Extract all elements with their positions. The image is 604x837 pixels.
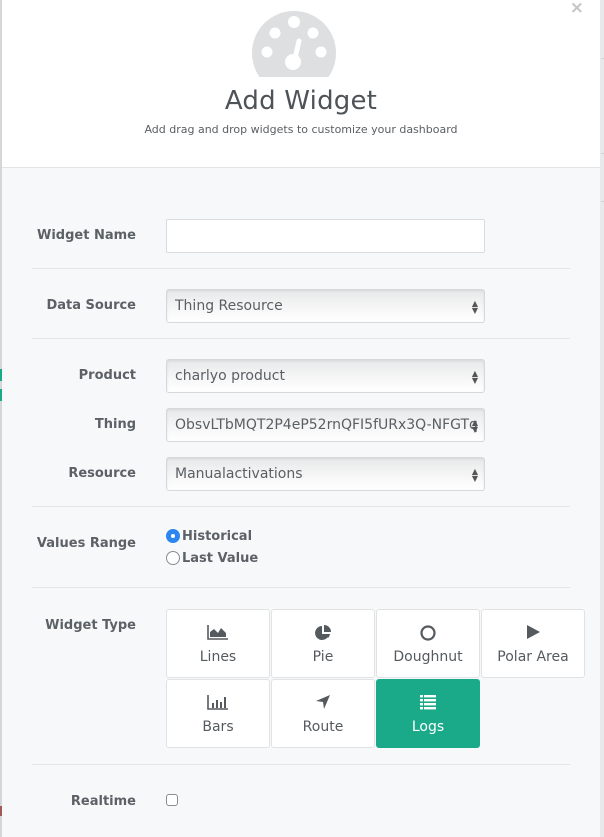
- widget-type-label-text: Pie: [312, 649, 334, 665]
- dashboard-gauge-icon: [251, 11, 337, 77]
- values-range-radio-group: Historical Last Value: [166, 525, 258, 569]
- widget-type-doughnut[interactable]: Doughnut: [376, 609, 480, 678]
- select-arrows-icon: ▲ ▼: [471, 467, 478, 483]
- widget-type-label-text: Route: [302, 719, 344, 735]
- bar-chart-icon: [167, 694, 269, 712]
- widget-type-route[interactable]: Route: [271, 679, 375, 748]
- close-button[interactable]: ×: [570, 0, 584, 18]
- divider: [32, 587, 570, 588]
- thing-select[interactable]: ObsvLTbMQT2P4eP52rnQFI5fURx3Q-NFGTq ▲ ▼: [166, 408, 485, 442]
- widget-type-label: Widget Type: [45, 618, 136, 633]
- realtime-label: Realtime: [70, 794, 136, 809]
- circle-outline-icon: [377, 624, 479, 642]
- data-source-value: Thing Resource: [175, 298, 283, 314]
- radio-button[interactable]: [166, 551, 180, 565]
- widget-name-input[interactable]: [166, 219, 485, 253]
- divider: [32, 506, 570, 507]
- resource-value: Manualactivations: [175, 466, 303, 482]
- thing-label: Thing: [94, 417, 136, 432]
- select-arrows-icon: ▲ ▼: [471, 299, 478, 315]
- divider: [32, 764, 570, 765]
- area-chart-icon: [167, 624, 269, 642]
- product-value: charlyo product: [175, 368, 285, 384]
- widget-type-label-text: Logs: [411, 719, 445, 735]
- radio-historical[interactable]: Historical: [166, 525, 258, 547]
- radio-label: Last Value: [182, 550, 259, 566]
- realtime-checkbox[interactable]: [166, 794, 178, 806]
- widget-type-logs[interactable]: Logs: [376, 679, 480, 748]
- resource-select[interactable]: Manualactivations ▲ ▼: [166, 457, 485, 491]
- modal-title: Add Widget: [224, 86, 378, 116]
- pie-chart-icon: [272, 624, 374, 642]
- widget-type-label-text: Doughnut: [393, 649, 463, 665]
- close-icon[interactable]: ×: [570, 0, 584, 18]
- divider: [32, 338, 570, 339]
- data-source-label: Data Source: [46, 298, 136, 313]
- add-widget-modal: × Add Widget Add drag and drop widgets t…: [2, 0, 600, 837]
- location-arrow-icon: [272, 694, 374, 712]
- thing-value: ObsvLTbMQT2P4eP52rnQFI5fURx3Q-NFGTq: [175, 417, 478, 433]
- list-icon: [377, 694, 479, 712]
- data-source-select[interactable]: Thing Resource ▲ ▼: [166, 289, 485, 323]
- divider: [32, 268, 570, 269]
- radio-label: Historical: [182, 528, 253, 544]
- play-triangle-icon: [482, 624, 584, 642]
- select-arrows-icon: ▲ ▼: [471, 369, 478, 385]
- product-select[interactable]: charlyo product ▲ ▼: [166, 359, 485, 393]
- values-range-label: Values Range: [36, 536, 136, 551]
- modal-subtitle: Add drag and drop widgets to customize y…: [144, 123, 458, 136]
- backdrop-right-edge: [600, 0, 604, 837]
- widget-name-label: Widget Name: [37, 228, 136, 243]
- widget-type-label-text: Bars: [202, 719, 234, 735]
- widget-type-label-text: Polar Area: [497, 649, 569, 665]
- select-arrows-icon: ▲ ▼: [471, 418, 478, 434]
- widget-type-lines[interactable]: Lines: [166, 609, 270, 678]
- radio-button[interactable]: [166, 529, 180, 543]
- resource-label: Resource: [68, 466, 136, 481]
- widget-type-bars[interactable]: Bars: [166, 679, 270, 748]
- modal-header: × Add Widget Add drag and drop widgets t…: [2, 0, 600, 168]
- widget-type-pie[interactable]: Pie: [271, 609, 375, 678]
- widget-type-polar-area[interactable]: Polar Area: [481, 609, 585, 678]
- product-label: Product: [78, 368, 136, 383]
- widget-type-label-text: Lines: [199, 649, 237, 665]
- radio-last-value[interactable]: Last Value: [166, 547, 258, 569]
